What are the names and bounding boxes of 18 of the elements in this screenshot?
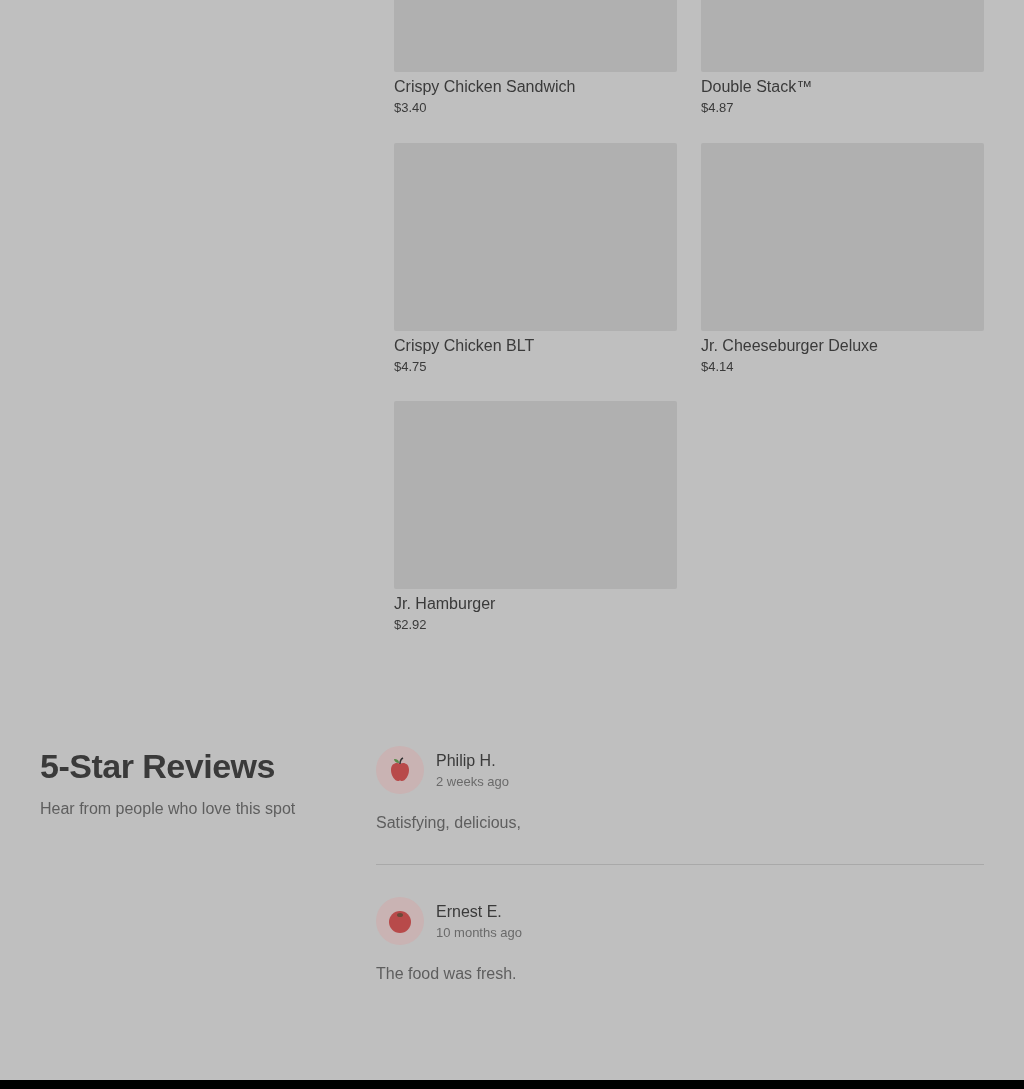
section-title: 5-Star Reviews	[40, 746, 276, 786]
menu-item-name[interactable]: Crispy Chicken BLT	[394, 336, 677, 356]
review-text: Satisfying, delicious,	[376, 814, 522, 832]
review-time: 2 weeks ago	[436, 773, 509, 789]
menu-item-price: $4.75	[394, 359, 428, 375]
menu-item-price: $4.87	[701, 100, 735, 116]
menu-item-price: $2.92	[394, 617, 428, 633]
menu-item-name[interactable]: Crispy Chicken Sandwich	[394, 77, 677, 97]
reviewer-name: Philip H.	[436, 751, 497, 770]
menu-item-name[interactable]: Jr. Cheeseburger Deluxe	[701, 336, 984, 356]
menu-item-name[interactable]: Double Stack™	[701, 77, 984, 97]
review-text: The food was fresh.	[376, 965, 518, 983]
menu-item-name[interactable]: Jr. Hamburger	[394, 594, 677, 614]
menu-item-price: $3.40	[394, 100, 428, 116]
section-subtitle: Hear from people who love this spot	[40, 800, 297, 818]
reviewer-name: Ernest E.	[436, 902, 503, 921]
menu-item-price: $4.14	[701, 359, 735, 375]
review-time: 10 months ago	[436, 924, 522, 940]
